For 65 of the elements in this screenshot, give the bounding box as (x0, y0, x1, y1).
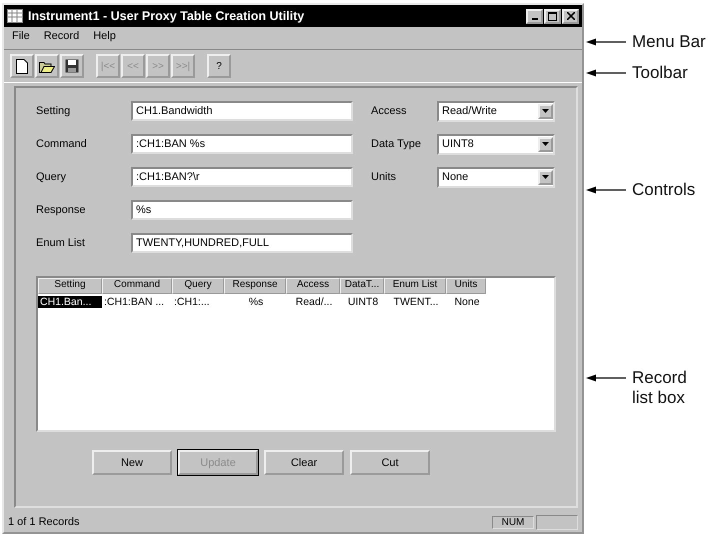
dropdown-arrow-icon (542, 142, 549, 146)
open-folder-button[interactable] (35, 54, 59, 78)
field-label: Access (371, 105, 408, 117)
action-button[interactable]: New (92, 450, 172, 475)
status-text: 1 of 1 Records (8, 516, 81, 528)
column-header[interactable]: Access (286, 278, 340, 294)
dropdown-arrow-icon (542, 109, 549, 113)
minimize-button[interactable] (526, 8, 543, 24)
action-button[interactable]: Cut (350, 450, 430, 475)
maximize-button[interactable] (544, 8, 561, 24)
field-label: Enum List (36, 237, 86, 249)
text-field[interactable]: :CH1:BAN?\r (131, 167, 353, 187)
callout-label: Menu Bar (632, 32, 707, 52)
text-field[interactable]: TWENTY,HUNDRED,FULL (131, 233, 353, 253)
leader-arrow (586, 68, 626, 78)
table-cell[interactable]: %s (224, 296, 286, 308)
text-field[interactable]: %s (131, 200, 353, 220)
column-header[interactable]: Enum List (384, 278, 446, 294)
table-cell[interactable]: UINT8 (340, 296, 384, 308)
column-header[interactable]: Units (446, 278, 486, 294)
help-button[interactable]: ? (207, 54, 231, 78)
blank-page-icon (16, 58, 28, 74)
field-label: Units (371, 171, 398, 183)
table-icon (7, 9, 23, 23)
close-button[interactable] (562, 8, 579, 24)
action-button[interactable]: Clear (264, 450, 344, 475)
table-cell[interactable]: CH1.Ban... (38, 296, 102, 308)
table-cell[interactable]: :CH1:... (172, 296, 224, 308)
save-button[interactable] (60, 54, 84, 78)
status-pane (536, 514, 578, 530)
menu-item[interactable]: File (12, 30, 30, 46)
close-icon (566, 12, 574, 20)
dropdown-arrow-icon (542, 175, 549, 179)
table-cell[interactable]: :CH1:BAN ... (102, 296, 172, 308)
num-lock-indicator: NUM (492, 516, 534, 528)
text-field[interactable]: CH1.Bandwidth (131, 101, 353, 121)
table-cell[interactable]: Read/... (286, 296, 340, 308)
leader-arrow (586, 185, 626, 195)
column-header[interactable]: Query (172, 278, 224, 294)
leader-arrow (586, 37, 626, 47)
text-field[interactable]: :CH1:BAN %s (131, 134, 353, 154)
folder-icon (39, 59, 55, 73)
column-header[interactable]: DataT... (340, 278, 384, 294)
field-label: Setting (36, 105, 72, 117)
menu-item[interactable]: Help (93, 30, 116, 46)
table-cell[interactable]: None (446, 296, 486, 308)
window-title: Instrument1 - User Proxy Table Creation Utility (28, 9, 306, 23)
field-label: Command (36, 138, 88, 150)
column-header[interactable]: Response (224, 278, 286, 294)
menu-item[interactable]: Record (44, 30, 80, 46)
field-label: Data Type (371, 138, 422, 150)
callout-label: Controls (632, 180, 696, 200)
callout-label: Record list box (632, 368, 688, 408)
column-header[interactable]: Command (102, 278, 172, 294)
field-label: Query (36, 171, 67, 183)
dropdown[interactable]: None (437, 166, 555, 188)
column-header[interactable]: Setting (38, 278, 102, 294)
leader-arrow (586, 373, 626, 383)
field-label: Response (36, 204, 87, 216)
maximize-icon (548, 12, 557, 20)
dropdown[interactable]: UINT8 (437, 134, 555, 154)
new-file-button[interactable] (10, 54, 34, 78)
callout-label: Toolbar (632, 63, 689, 83)
dropdown[interactable]: Read/Write (437, 100, 555, 122)
table-cell[interactable]: TWENT... (384, 296, 446, 308)
